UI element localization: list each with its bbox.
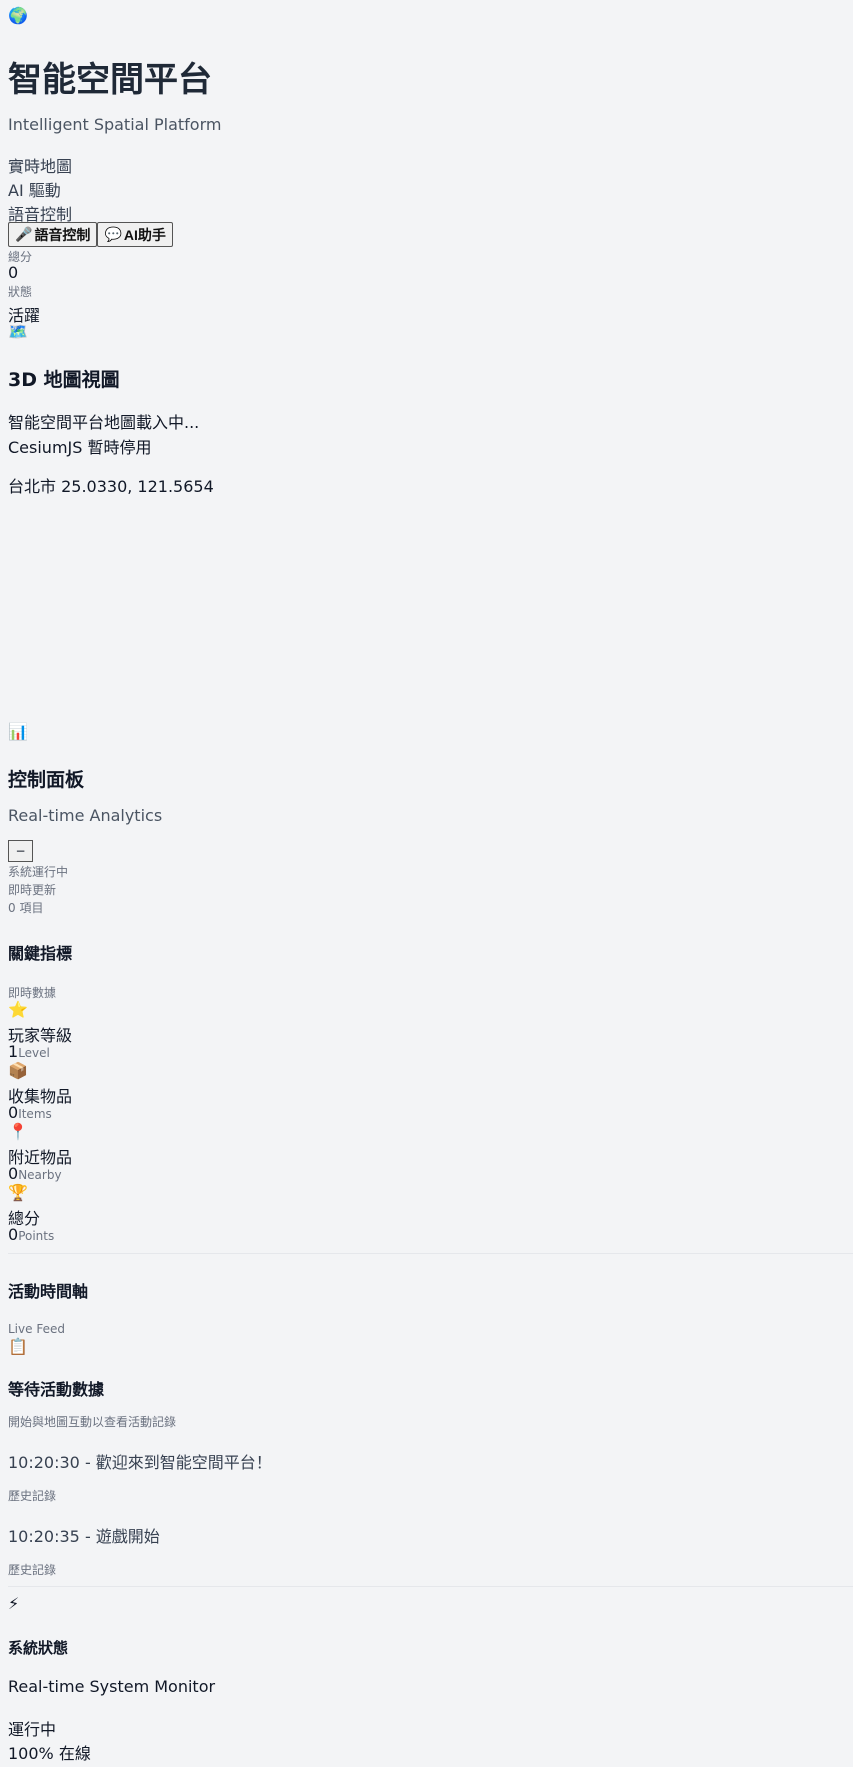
map-loading-text: 智能空間平台地圖載入中... [8,413,200,432]
ai-assistant-button[interactable]: 💬 AI助手 [97,222,173,247]
feature-realtime-map: 實時地圖 [8,157,73,176]
lightning-icon: ⚡ [8,1594,20,1613]
timeline-entry-tag: 歷史記錄 [8,1489,57,1503]
system-state: 運行中 [8,1720,57,1739]
metric-value: 1 [8,1042,19,1061]
panel-title: 控制面板 [8,769,85,791]
voice-control-button[interactable]: 🎤 語音控制 [8,222,98,247]
hero-buttons: 🎤 語音控制 💬 AI助手 [8,222,173,247]
feature-ai-driven: AI 驅動 [8,181,61,200]
globe-icon: 🌍 [8,6,28,25]
metric-level: 1Level [8,1042,50,1061]
metric-items: 0Items [8,1103,52,1122]
page-title: 智能空間平台 [8,60,212,100]
timeline-entry: 10:20:35 - 遊戲開始 [8,1527,160,1546]
metrics-subtitle: 即時數據 [8,986,57,1000]
timeline-entry: 10:20:30 - 歡迎來到智能空間平台！ [8,1453,272,1472]
metrics-title: 關鍵指標 [8,944,73,963]
metric-value: 0 [8,1164,19,1183]
chat-bubble-icon: 💬 [104,226,122,242]
system-uptime: 100% 在線 [8,1744,91,1763]
map-viewport[interactable] [8,500,848,715]
panel-subtitle: Real-time Analytics [8,806,163,825]
chart-icon: 📊 [8,722,28,741]
map-location: 台北市 25.0330, 121.5654 [8,477,214,496]
item-count: 0 項目 [8,901,44,915]
page-subtitle: Intelligent Spatial Platform [8,115,222,134]
metric-points: 0Points [8,1225,54,1244]
map-cesium-status: CesiumJS 暫時停用 [8,438,152,457]
package-icon: 📦 [8,1061,28,1080]
divider [8,1586,853,1587]
star-icon: ⭐ [8,1000,28,1019]
map-icon: 🗺️ [8,322,28,341]
microphone-icon: 🎤 [15,226,33,242]
trophy-icon: 🏆 [8,1183,28,1202]
score-value: 0 [8,263,19,282]
system-title: 系統狀態 [8,1639,69,1657]
realtime-update-status: 即時更新 [8,883,57,897]
divider [8,1253,853,1254]
metric-nearby: 0Nearby [8,1164,62,1183]
metric-value: 0 [8,1103,19,1122]
metric-value: 0 [8,1225,19,1244]
status-label: 狀態 [8,285,33,299]
system-subtitle: Real-time System Monitor [8,1677,216,1696]
timeline-entry-tag: 歷史記錄 [8,1563,57,1577]
collapse-button[interactable]: − [8,840,33,862]
map-title: 3D 地圖視圖 [8,369,120,391]
timeline-subtitle: Live Feed [8,1322,65,1336]
timeline-empty-text: 開始與地圖互動以查看活動記錄 [8,1415,177,1429]
metric-unit: Level [18,1046,50,1060]
voice-control-label: 語音控制 [34,226,91,243]
system-running-status: 系統運行中 [8,865,69,879]
ai-assistant-label: AI助手 [123,226,166,243]
pin-icon: 📍 [8,1122,28,1141]
timeline-empty-title: 等待活動數據 [8,1380,105,1399]
metric-unit: Nearby [18,1168,62,1182]
clipboard-icon: 📋 [8,1337,28,1356]
metric-unit: Points [18,1229,55,1243]
metric-unit: Items [18,1107,52,1121]
timeline-title: 活動時間軸 [8,1282,89,1301]
